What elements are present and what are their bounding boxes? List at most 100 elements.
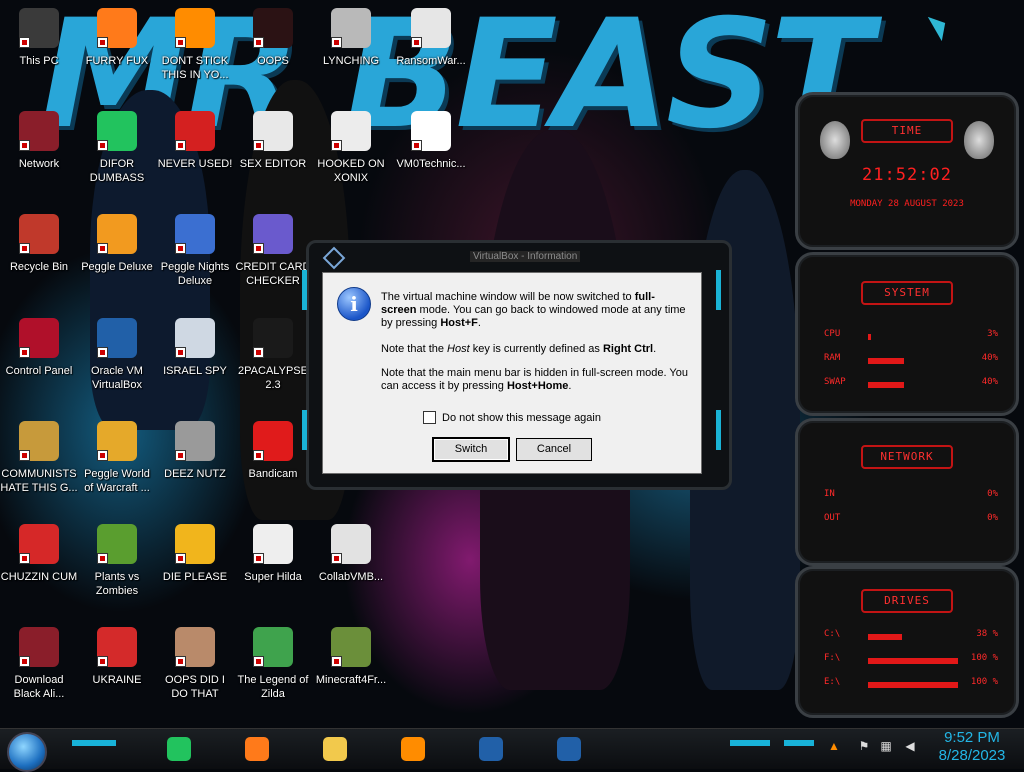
checkbox-box[interactable]	[423, 411, 436, 424]
file-explorer-icon[interactable]	[318, 734, 352, 764]
desktop-icon[interactable]: OOPS DID I DO THAT	[156, 627, 234, 701]
desktop-icon[interactable]: COMMUNISTS HATE THIS G...	[0, 421, 78, 495]
desktop-icon[interactable]: HOOKED ON XONIX	[312, 111, 390, 185]
taskbar-clock[interactable]: 9:52 PM 8/28/2023	[924, 729, 1020, 765]
shortcut-arrow-icon	[19, 140, 30, 151]
desktop-icon[interactable]: 2PACALYPSE 2.3	[234, 318, 312, 392]
desktop-icon-label: Peggle Deluxe	[81, 261, 153, 273]
desktop-icon[interactable]: Peggle Nights Deluxe	[156, 214, 234, 288]
desktop-icon[interactable]: DIFOR DUMBASS	[78, 111, 156, 185]
desktop-icon[interactable]: Peggle World of Warcraft ...	[78, 421, 156, 495]
info-icon: i	[337, 287, 371, 321]
action-center-flag-icon[interactable]: ⚑	[856, 738, 872, 754]
network-tray-icon[interactable]: ▦	[878, 738, 894, 754]
desktop-icon[interactable]: Download Black Ali...	[0, 627, 78, 701]
desktop-icon[interactable]: Oracle VM VirtualBox	[78, 318, 156, 392]
virtualbox-icon	[479, 737, 503, 761]
dialog-text: .	[653, 343, 657, 355]
desktop-icon[interactable]: Minecraft4Fr...	[312, 627, 390, 687]
shortcut-arrow-icon	[19, 37, 30, 48]
money-bag-icon	[19, 421, 59, 461]
desktop-icon[interactable]: FURRY FUX	[78, 8, 156, 68]
widget-time: TIME 21:52:02 MONDAY 28 AUGUST 2023	[795, 92, 1019, 250]
desktop-icon[interactable]: OOPS	[234, 8, 312, 68]
dev-cpp-icon	[175, 111, 215, 151]
desktop-icon-label: This PC	[19, 55, 59, 67]
start-button[interactable]	[7, 732, 47, 772]
widget-row-label: F:\	[824, 653, 841, 663]
dialog-text: key is currently defined as	[469, 343, 603, 355]
desktop-icon[interactable]: SEX EDITOR	[234, 111, 312, 171]
desktop-icon[interactable]: Peggle Deluxe	[78, 214, 156, 274]
switch-button[interactable]: Switch	[433, 438, 509, 461]
volume-icon[interactable]: ◀	[902, 738, 918, 754]
widget-row: OUT 0%	[798, 513, 1016, 531]
desktop-icon-label: The Legend of Zilda	[237, 674, 309, 700]
shortcut-arrow-icon	[97, 140, 108, 151]
shortcut-arrow-icon	[19, 347, 30, 358]
desktop-icon-label: Plants vs Zombies	[94, 571, 140, 597]
desktop-icon-label: Network	[18, 158, 60, 170]
alien-icon	[820, 121, 850, 159]
desktop-icon[interactable]: Network	[0, 111, 78, 171]
dialog-accent-left	[302, 270, 307, 310]
desktop-icon[interactable]: ISRAEL SPY	[156, 318, 234, 378]
shortcut-arrow-icon	[331, 656, 342, 667]
virtualbox-icon[interactable]	[474, 734, 508, 764]
desktop-icon[interactable]: NEVER USED!	[156, 111, 234, 171]
widget-row-label: CPU	[824, 329, 841, 339]
widget-row-label: RAM	[824, 353, 841, 363]
firefox-icon[interactable]	[240, 734, 274, 764]
vlc-tray-icon[interactable]: ▲	[826, 738, 842, 754]
shortcut-arrow-icon	[97, 243, 108, 254]
desktop-icon[interactable]: RansomWar...	[392, 8, 470, 68]
shortcut-arrow-icon	[253, 37, 264, 48]
desktop-icon[interactable]: The Legend of Zilda	[234, 627, 312, 701]
desktop-icon[interactable]: DONT STICK THIS IN YO...	[156, 8, 234, 82]
dialog-text: Note that the	[381, 343, 448, 355]
widget-row: CPU 3%	[798, 329, 1016, 347]
desktop-icon-label: UKRAINE	[92, 674, 142, 686]
cancel-button[interactable]: Cancel	[516, 438, 592, 461]
desktop-icon[interactable]: CHUZZIN CUM	[0, 524, 78, 584]
desktop-icon-label: Oracle VM VirtualBox	[91, 365, 143, 391]
widget-level-bar	[868, 382, 904, 388]
desktop-icon[interactable]: Plants vs Zombies	[78, 524, 156, 598]
shortcut-arrow-icon	[175, 450, 186, 461]
widget-row: C:\ 38 %	[798, 629, 1016, 647]
desktop-icon-label: SEX EDITOR	[239, 158, 307, 170]
desktop-icon[interactable]: Bandicam	[234, 421, 312, 481]
widget-row-label: SWAP	[824, 377, 846, 387]
desktop-icon[interactable]: Recycle Bin	[0, 214, 78, 274]
desktop-icon[interactable]: LYNCHING	[312, 8, 390, 68]
dialog-accent-right-2	[716, 410, 721, 450]
desktop-icon[interactable]: DEEZ NUTZ	[156, 421, 234, 481]
red-app-icon	[253, 8, 293, 48]
desktop-icon[interactable]: This PC	[0, 8, 78, 68]
shortcut-arrow-icon	[331, 553, 342, 564]
virtualbox-icon[interactable]	[552, 734, 586, 764]
desktop-icon[interactable]: VM0Technic...	[392, 111, 470, 171]
spotify-like-icon	[167, 737, 191, 761]
widget-system-heading: SYSTEM	[861, 281, 953, 305]
desktop-icon[interactable]: Super Hilda	[234, 524, 312, 584]
firefox-icon	[245, 737, 269, 761]
desktop-icon-label: DIFOR DUMBASS	[89, 158, 145, 184]
desktop-icon-label: ISRAEL SPY	[163, 365, 227, 377]
desktop-icon[interactable]: CREDIT CARD CHECKER	[234, 214, 312, 288]
dialog-titlebar[interactable]: VirtualBox - Information	[322, 246, 708, 270]
desktop-icon[interactable]: DIE PLEASE	[156, 524, 234, 584]
desktop-icon[interactable]: Control Panel	[0, 318, 78, 378]
doctor-icon	[411, 111, 451, 151]
vlc-cone-icon[interactable]	[396, 734, 430, 764]
desktop-icon[interactable]: CollabVMB...	[312, 524, 390, 584]
dialog-text-bold: Host+F	[440, 317, 478, 329]
widget-time-heading: TIME	[861, 119, 953, 143]
monitor-icon	[19, 8, 59, 48]
spotify-like-icon[interactable]	[162, 734, 196, 764]
desktop-icon[interactable]: UKRAINE	[78, 627, 156, 687]
dont-show-again-checkbox[interactable]: Do not show this message again	[423, 411, 601, 424]
shortcut-arrow-icon	[175, 140, 186, 151]
dialog-body: i The virtual machine window will be now…	[322, 272, 702, 474]
alien-icon	[19, 627, 59, 667]
